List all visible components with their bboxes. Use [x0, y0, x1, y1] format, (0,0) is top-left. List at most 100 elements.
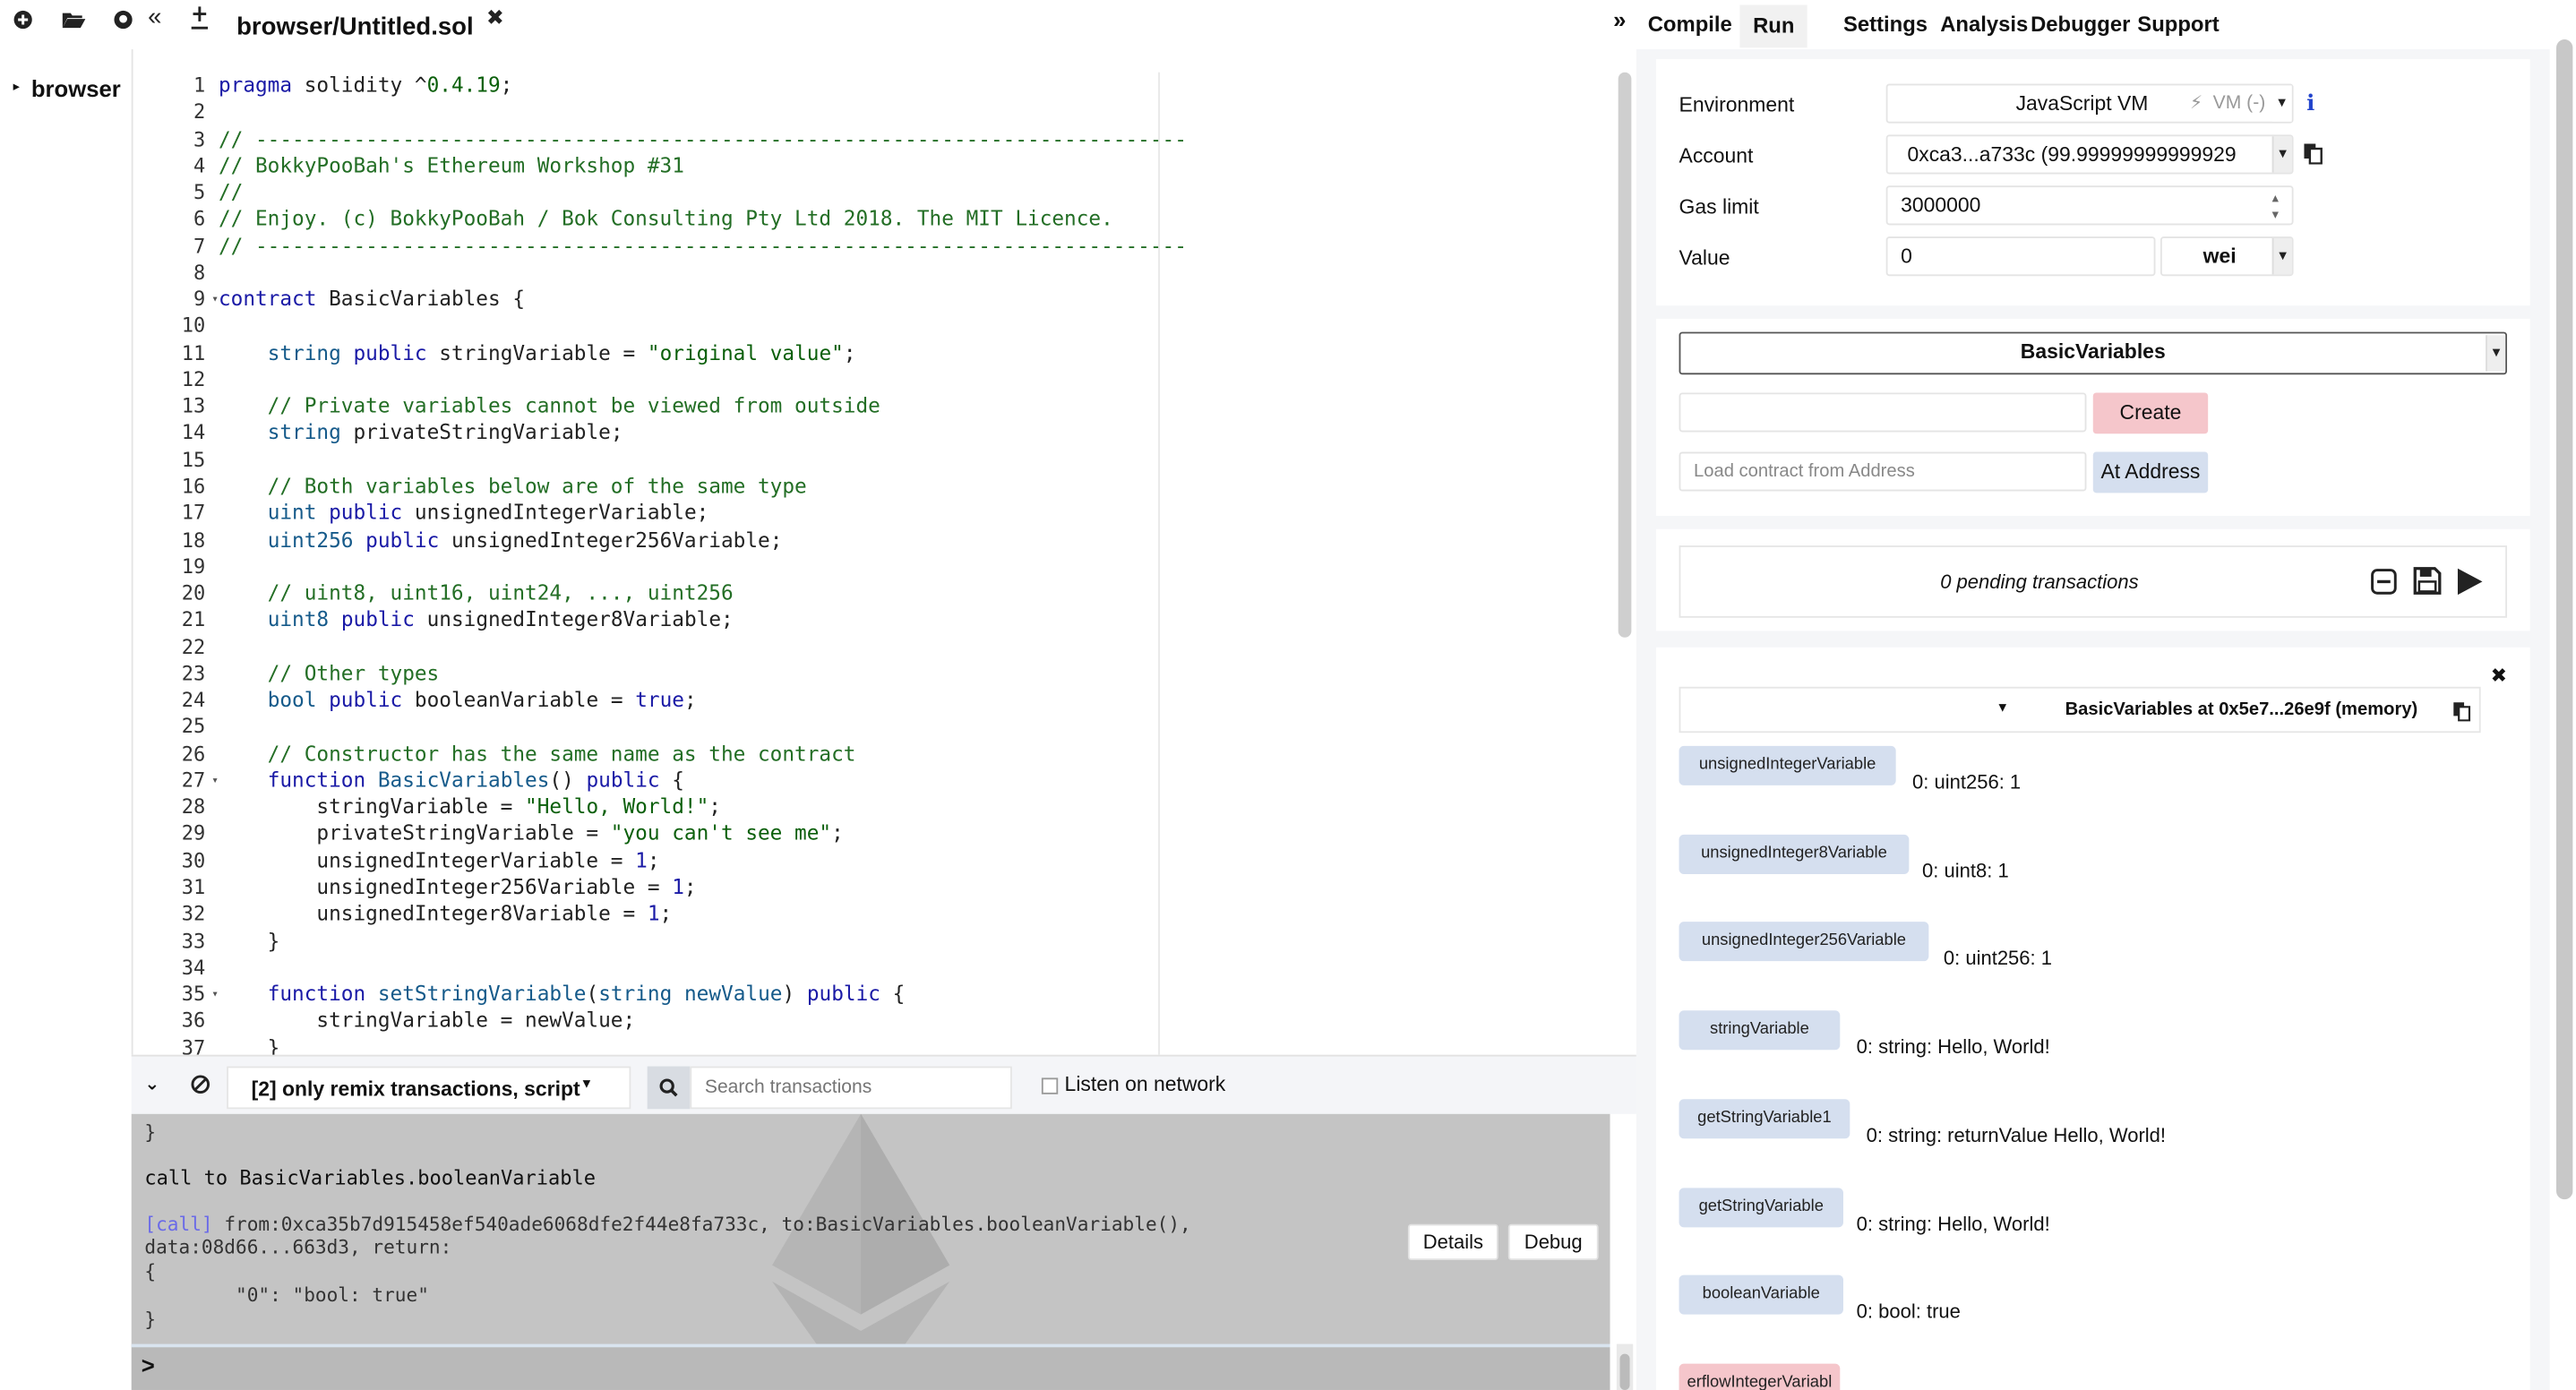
- caret-right-icon[interactable]: ▸: [13, 79, 20, 94]
- call-detail: from:0xca35b7d915458ef540ade6068dfe2f44e…: [212, 1212, 1191, 1236]
- line-number: 3: [193, 127, 206, 150]
- constructor-args-input[interactable]: [1679, 392, 2087, 433]
- call-title: call to BasicVariables.booleanVariable: [144, 1166, 596, 1190]
- value-unit-select[interactable]: wei ▼: [2160, 236, 2294, 277]
- line-number: 20: [181, 581, 206, 605]
- right-panel-scrollbar[interactable]: [2556, 39, 2573, 1200]
- fold-toggle-icon[interactable]: ▾: [211, 981, 219, 1008]
- terminal-line: "0": "bool: true": [144, 1283, 429, 1307]
- pending-box: 0 pending transactions: [1679, 545, 2507, 618]
- contract-card: BasicVariables ▼ Create Load contract fr…: [1655, 318, 2530, 517]
- value-input[interactable]: 0: [1885, 236, 2156, 277]
- tab-support[interactable]: Support: [2137, 12, 2219, 37]
- at-address-button[interactable]: At Address: [2092, 451, 2209, 493]
- function-button[interactable]: unsignedIntegerVariable: [1679, 745, 1896, 785]
- gas-limit-input[interactable]: 3000000 ▴ ▾: [1885, 185, 2294, 226]
- close-instance-icon[interactable]: ✖: [2491, 664, 2507, 687]
- close-tab-icon[interactable]: ✖: [486, 5, 504, 31]
- details-button[interactable]: Details: [1407, 1223, 1498, 1261]
- copy-icon[interactable]: [2304, 143, 2323, 173]
- line-number: 11: [181, 340, 206, 365]
- plus-icon[interactable]: [13, 10, 33, 36]
- terminal-output: } call to BasicVariables.booleanVariable…: [131, 1113, 1610, 1344]
- fold-toggle-icon[interactable]: ▾: [211, 286, 219, 313]
- instance-title: BasicVariables at 0x5e7...26e9f (memory): [2065, 699, 2418, 720]
- function-result: 0: uint256: 1: [1912, 770, 2022, 794]
- line-number: 31: [181, 875, 206, 899]
- terminal-line: }: [144, 1308, 157, 1331]
- code-line: pragma solidity ^0.4.19;: [218, 72, 513, 98]
- info-icon[interactable]: i: [2306, 92, 2314, 117]
- function-button[interactable]: getStringVariable1: [1679, 1098, 1850, 1138]
- code-editor[interactable]: 1 2 3 4 5 6 7 8 9 ▾ 10 11 12 13 14 15 16 17 18 19 20 21 22 23 24…: [131, 49, 1636, 1059]
- code-line: function BasicVariables() public {: [267, 767, 684, 793]
- caret-down-icon: ▼: [2271, 136, 2292, 173]
- listen-network-label: Listen on network: [1064, 1072, 1226, 1096]
- search-transactions-input[interactable]: [690, 1066, 1012, 1110]
- save-icon[interactable]: [2413, 567, 2442, 603]
- create-button[interactable]: Create: [2092, 392, 2209, 434]
- function-button[interactable]: erflowIntegerVariabl: [1679, 1363, 1841, 1390]
- upload-icon[interactable]: [191, 5, 209, 37]
- search-icon[interactable]: [647, 1066, 691, 1110]
- function-button[interactable]: unsignedInteger256Variable: [1679, 922, 1929, 962]
- run-settings-card: Environment JavaScript VM ⚡ VM (-) ▼ i A…: [1655, 59, 2530, 306]
- debug-button[interactable]: Debug: [1507, 1223, 1599, 1261]
- github-icon[interactable]: [114, 10, 133, 36]
- tab-analysis[interactable]: Analysis: [1940, 12, 2028, 37]
- listen-network-checkbox[interactable]: [1041, 1077, 1059, 1094]
- environment-select[interactable]: JavaScript VM ⚡ VM (-) ▼: [1885, 83, 2294, 124]
- contract-select[interactable]: BasicVariables ▼: [1679, 331, 2507, 375]
- code-line: // Other types: [218, 660, 440, 685]
- stepper-icon[interactable]: ▴ ▾: [2272, 187, 2279, 223]
- terminal-line: {: [144, 1260, 157, 1283]
- run-panel: Environment JavaScript VM ⚡ VM (-) ▼ i A…: [1636, 49, 2550, 1390]
- function-button[interactable]: booleanVariable: [1679, 1274, 1843, 1315]
- code-content[interactable]: pragma solidity ^0.4.19; // ------------…: [219, 73, 1237, 1061]
- terminal-line: }: [144, 1120, 157, 1144]
- account-select[interactable]: 0xca3...a733c (99.99999999999929 ▼: [1885, 134, 2294, 175]
- terminal-line: [call] from:0xca35b7d915458ef540ade6068d…: [144, 1213, 1190, 1236]
- caret-down-icon: ▼: [2271, 238, 2292, 275]
- terminal-toolbar: ⌄ [2] only remix transactions, script ▼ …: [131, 1054, 1636, 1114]
- tab-compile[interactable]: Compile: [1648, 12, 1732, 37]
- line-number: 1: [193, 73, 206, 98]
- top-toolbar: « browser/Untitled.sol ✖ » Compile Run S…: [0, 0, 2576, 50]
- collapse-left-icon[interactable]: «: [148, 4, 161, 31]
- contract-select-value: BasicVariables: [2020, 339, 2166, 364]
- code-line: unsignedIntegerVariable = 1;: [218, 847, 660, 872]
- play-icon[interactable]: [2456, 567, 2484, 605]
- tab-run[interactable]: Run: [1739, 4, 1808, 48]
- expand-right-icon[interactable]: »: [1613, 6, 1626, 32]
- editor-scrollbar[interactable]: [1618, 72, 1632, 638]
- function-result: 0: string: Hello, World!: [1856, 1211, 2050, 1235]
- caret-down-icon: ▼: [580, 1076, 594, 1092]
- terminal-scrollbar[interactable]: [1619, 1353, 1630, 1390]
- clear-pending-icon[interactable]: [2371, 569, 2397, 604]
- tab-settings[interactable]: Settings: [1843, 12, 1928, 37]
- code-line: privateStringVariable = "you can't see m…: [218, 820, 844, 845]
- function-button[interactable]: stringVariable: [1679, 1010, 1841, 1051]
- file-tree-root-browser[interactable]: browser: [31, 75, 121, 101]
- line-number: 32: [181, 902, 206, 926]
- load-address-input[interactable]: Load contract from Address: [1679, 451, 2087, 492]
- line-number: 21: [181, 608, 206, 632]
- terminal-input[interactable]: >: [131, 1343, 1610, 1390]
- function-button[interactable]: unsignedInteger8Variable: [1679, 834, 1910, 874]
- function-button[interactable]: getStringVariable: [1679, 1187, 1843, 1227]
- environment-label: Environment: [1679, 93, 1795, 117]
- caret-down-icon[interactable]: ▼: [1996, 699, 2010, 715]
- transaction-filter-select[interactable]: [2] only remix transactions, script ▼: [227, 1066, 631, 1110]
- code-line: unsignedInteger256Variable = 1;: [218, 873, 697, 899]
- fold-toggle-icon[interactable]: ▾: [211, 768, 219, 794]
- clear-console-icon[interactable]: [191, 1073, 210, 1103]
- code-line: unsignedInteger8Variable = 1;: [218, 900, 673, 926]
- copy-icon[interactable]: [2452, 699, 2471, 729]
- minimize-terminal-icon[interactable]: ⌄: [144, 1073, 159, 1094]
- tab-untitled-sol[interactable]: browser/Untitled.sol: [219, 6, 490, 50]
- account-label: Account: [1679, 144, 1754, 168]
- instance-header[interactable]: ▼ BasicVariables at 0x5e7...26e9f (memor…: [1679, 686, 2481, 734]
- tab-debugger[interactable]: Debugger: [2031, 12, 2130, 37]
- folder-open-icon[interactable]: [62, 10, 86, 36]
